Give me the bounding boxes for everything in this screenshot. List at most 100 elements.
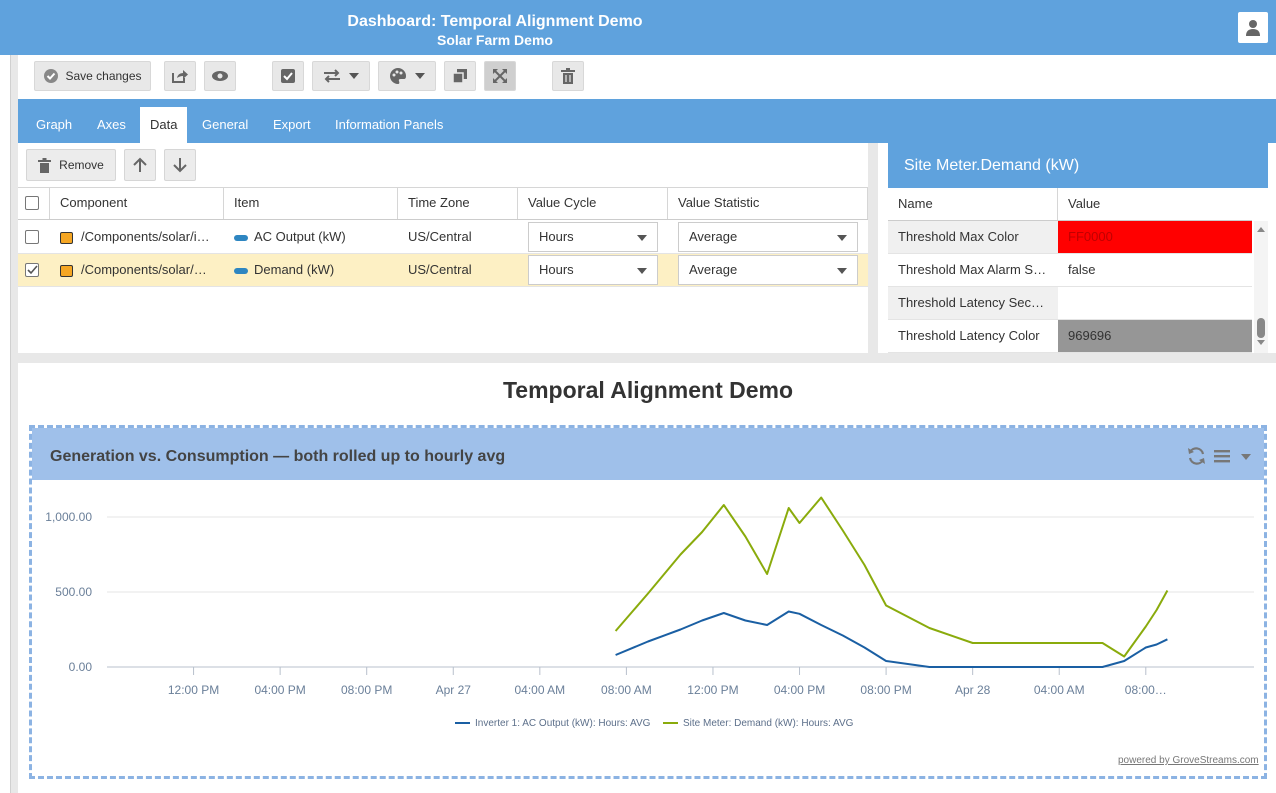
palette-icon xyxy=(390,68,406,84)
property-panel-title: Site Meter.Demand (kW) xyxy=(888,143,1268,188)
checkmark-icon xyxy=(27,265,38,275)
property-name: Threshold Latency Sec… xyxy=(888,287,1058,319)
value-statistic-select[interactable]: Average xyxy=(678,255,858,285)
tab-axes[interactable]: Axes xyxy=(87,107,136,143)
series-line xyxy=(615,610,1168,668)
trash-icon xyxy=(561,68,575,84)
tab-general[interactable]: General xyxy=(192,107,258,143)
remove-button[interactable]: Remove xyxy=(26,149,116,181)
share-icon xyxy=(172,70,188,83)
component-cell: /Components/solar/i… xyxy=(60,221,220,253)
component-path: /Components/solar/i… xyxy=(81,229,210,244)
time-zone-cell: US/Central xyxy=(408,262,472,277)
x-tick-label: 12:00 PM xyxy=(687,683,738,697)
line-chart: 0.00 500.00 1,000.00 12:00 PM 04:00 PM 08:00 … xyxy=(45,496,1254,729)
tab-graph[interactable]: Graph xyxy=(26,107,82,143)
column-header-item[interactable]: Item xyxy=(224,187,398,219)
chart-axes: 0.00 500.00 1,000.00 12:00 PM 04:00 PM 08:00 … xyxy=(45,510,1254,697)
column-header-value-cycle[interactable]: Value Cycle xyxy=(518,187,668,219)
legend-label: Site Meter: Demand (kW): Hours: AVG xyxy=(683,718,854,729)
dashboard-subtitle: Solar Farm Demo xyxy=(437,32,553,48)
property-row[interactable]: Threshold Latency Color 969696 xyxy=(888,320,1252,353)
data-series-grid: Remove Component Item Time Zone Value Cy… xyxy=(18,143,868,353)
remove-label: Remove xyxy=(59,158,104,172)
x-tick-label: Apr 27 xyxy=(436,683,472,697)
item-name: Demand (kW) xyxy=(254,262,335,277)
save-changes-button[interactable]: Save changes xyxy=(34,61,151,91)
user-icon xyxy=(1246,19,1260,36)
chart-legend[interactable]: Inverter 1: AC Output (kW): Hours: AVG Si… xyxy=(455,718,854,729)
property-header-row: Name Value xyxy=(888,188,1252,221)
component-path: /Components/solar/… xyxy=(81,262,207,277)
swap-menu-button[interactable] xyxy=(312,61,370,91)
chevron-down-icon xyxy=(349,73,359,79)
chevron-down-icon xyxy=(837,268,847,274)
expand-icon xyxy=(493,69,507,83)
move-down-button[interactable] xyxy=(164,149,196,181)
property-row[interactable]: Threshold Max Color FF0000 xyxy=(888,221,1252,254)
row-checkbox[interactable] xyxy=(25,230,39,244)
tab-data[interactable]: Data xyxy=(140,107,188,143)
value-cycle-select[interactable]: Hours xyxy=(528,222,658,252)
user-menu-button[interactable] xyxy=(1238,12,1268,43)
property-value-color[interactable]: 969696 xyxy=(1058,320,1252,352)
scrollbar-arrows xyxy=(1257,227,1265,345)
y-tick-label: 500.00 xyxy=(55,585,92,599)
property-row[interactable]: Threshold Latency Sec… xyxy=(888,287,1252,320)
share-button[interactable] xyxy=(164,61,196,91)
tab-information-panels[interactable]: Information Panels xyxy=(325,107,453,143)
chevron-down-icon[interactable] xyxy=(1240,452,1252,462)
select-all-button[interactable] xyxy=(272,61,304,91)
x-tick-label: 04:00 PM xyxy=(774,683,825,697)
item-cell: AC Output (kW) xyxy=(234,221,394,253)
table-row[interactable]: /Components/solar/i… AC Output (kW) US/C… xyxy=(18,221,868,254)
preview-button[interactable] xyxy=(204,61,236,91)
maximize-button[interactable] xyxy=(484,61,516,91)
column-header-component[interactable]: Component xyxy=(50,187,224,219)
table-row[interactable]: /Components/solar/… Demand (kW) US/Centr… xyxy=(18,254,868,287)
select-all-checkbox[interactable] xyxy=(25,196,39,210)
delete-button[interactable] xyxy=(552,61,584,91)
chart-series xyxy=(614,496,1169,668)
column-header-value-statistic[interactable]: Value Statistic xyxy=(668,187,868,219)
tab-export[interactable]: Export xyxy=(263,107,321,143)
value-statistic-select[interactable]: Average xyxy=(678,222,858,252)
theme-menu-button[interactable] xyxy=(378,61,436,91)
component-icon xyxy=(60,264,73,277)
editor-tabs: Graph Axes Data General Export Informati… xyxy=(18,99,1276,143)
select-all-column xyxy=(18,187,50,219)
arrow-up-icon xyxy=(133,157,147,172)
property-name-header[interactable]: Name xyxy=(888,188,1058,220)
value-cycle-select[interactable]: Hours xyxy=(528,255,658,285)
check-circle-icon xyxy=(44,69,59,83)
powered-by-link[interactable]: powered by GroveStreams.com xyxy=(1118,755,1259,766)
stream-icon xyxy=(234,234,248,241)
x-tick-label: 08:00… xyxy=(1125,683,1167,697)
y-tick-label: 0.00 xyxy=(69,660,93,674)
menu-icon[interactable] xyxy=(1214,449,1230,463)
value-cycle-value: Hours xyxy=(539,262,574,277)
property-row[interactable]: Threshold Max Alarm S… false xyxy=(888,254,1252,287)
x-tick-label: 08:00 PM xyxy=(341,683,392,697)
chevron-down-icon xyxy=(637,268,647,274)
property-scrollbar[interactable] xyxy=(1254,221,1268,353)
arrow-down-icon xyxy=(173,158,187,173)
value-statistic-value: Average xyxy=(689,262,738,277)
move-up-button[interactable] xyxy=(124,149,156,181)
copy-icon xyxy=(452,69,467,84)
eye-icon xyxy=(212,71,228,81)
y-tick-label: 1,000.00 xyxy=(45,510,92,524)
refresh-icon[interactable] xyxy=(1186,446,1208,466)
x-tick-label: 04:00 AM xyxy=(514,683,565,697)
duplicate-button[interactable] xyxy=(444,61,476,91)
property-value[interactable]: false xyxy=(1058,254,1252,286)
value-cycle-value: Hours xyxy=(539,229,574,244)
chevron-down-icon xyxy=(415,73,425,79)
column-header-time-zone[interactable]: Time Zone xyxy=(398,187,518,219)
row-checkbox-checked[interactable] xyxy=(25,263,39,277)
chevron-down-icon xyxy=(637,235,647,241)
property-value-color[interactable]: FF0000 xyxy=(1058,221,1252,253)
property-value[interactable] xyxy=(1058,287,1252,319)
property-value-header[interactable]: Value xyxy=(1058,188,1252,220)
item-cell: Demand (kW) xyxy=(234,254,394,286)
